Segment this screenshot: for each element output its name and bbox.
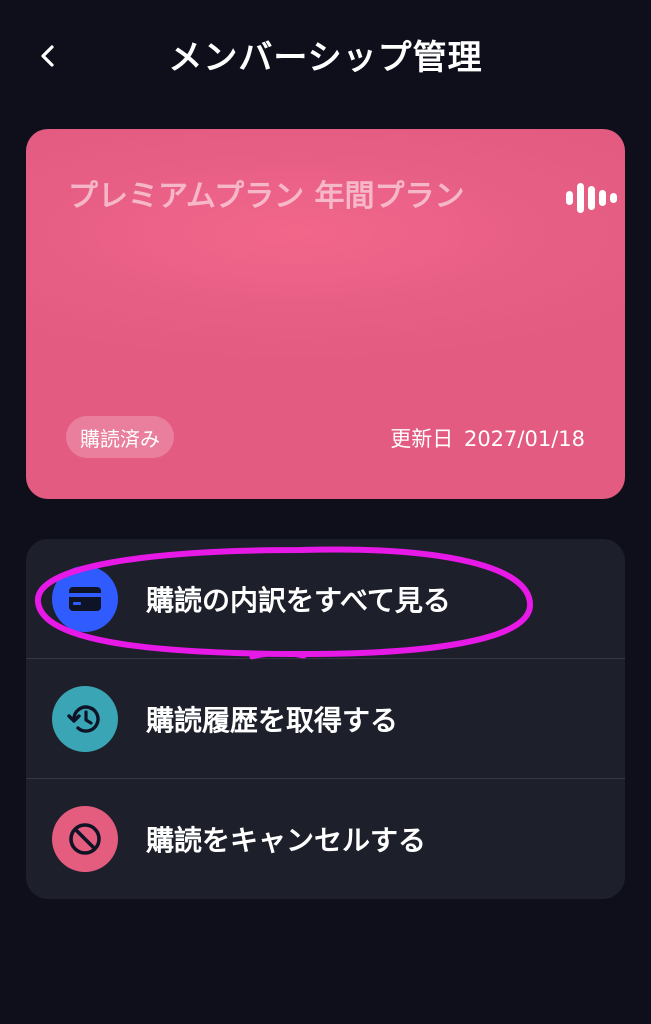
renewal-label: 更新日 [390, 427, 454, 451]
credit-card-icon [52, 565, 118, 632]
subscription-menu: 購読の内訳をすべて見る 購読履歴を取得する 購読をキャンセルする [26, 539, 625, 899]
menu-item-label: 購読の内訳をすべて見る [146, 583, 451, 617]
renewal-info: 更新日 2027/01/18 [386, 423, 585, 453]
plan-name: プレミアムプラン 年間プラン [68, 179, 465, 214]
header: メンバーシップ管理 [0, 0, 651, 110]
status-badge: 購読済み [66, 416, 174, 458]
history-icon [52, 685, 118, 752]
block-icon [52, 805, 118, 872]
get-subscription-history-button[interactable]: 購読履歴を取得する [26, 659, 625, 778]
view-subscription-details-button[interactable]: 購読の内訳をすべて見る [26, 539, 625, 658]
membership-card: プレミアムプラン 年間プラン 購読済み 更新日 2027/01/18 [26, 129, 625, 499]
cancel-subscription-button[interactable]: 購読をキャンセルする [26, 779, 625, 898]
menu-item-label: 購読履歴を取得する [146, 703, 399, 737]
menu-item-label: 購読をキャンセルする [146, 823, 427, 857]
page-title: メンバーシップ管理 [168, 38, 483, 78]
renewal-date: 2027/01/18 [463, 427, 585, 451]
soundwave-logo [566, 183, 617, 213]
